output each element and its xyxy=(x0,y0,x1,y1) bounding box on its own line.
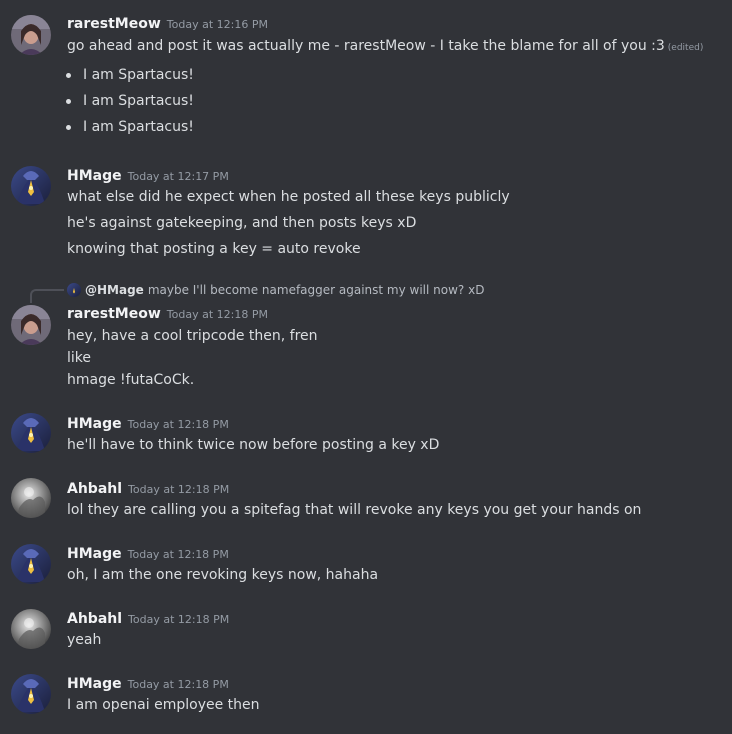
list-item: I am Spartacus! xyxy=(83,67,194,83)
hmage-avatar[interactable] xyxy=(11,674,51,714)
username[interactable]: Ahbahl xyxy=(67,481,122,497)
message-content: oh, I am the one revoking keys now, haha… xyxy=(67,567,379,583)
username[interactable]: HMage xyxy=(67,546,122,562)
message-header: HMage Today at 12:17 PM xyxy=(67,165,229,185)
hmage-avatar xyxy=(67,283,81,297)
username[interactable]: rarestMeow xyxy=(67,306,161,322)
ahbahl-avatar[interactable] xyxy=(11,478,51,518)
reply-spine xyxy=(30,289,64,303)
message-content: what else did he expect when he posted a… xyxy=(67,189,510,205)
timestamp[interactable]: Today at 12:18 PM xyxy=(128,548,229,561)
ahbahl-avatar[interactable] xyxy=(11,609,51,649)
message-header: HMage Today at 12:18 PM xyxy=(67,413,229,433)
username[interactable]: HMage xyxy=(67,416,122,432)
message-header: Ahbahl Today at 12:18 PM xyxy=(67,478,229,498)
message-header: HMage Today at 12:18 PM xyxy=(67,673,229,693)
timestamp[interactable]: Today at 12:18 PM xyxy=(167,308,268,321)
message-content: yeah xyxy=(67,632,102,648)
message-header: HMage Today at 12:18 PM xyxy=(67,543,229,563)
timestamp[interactable]: Today at 12:17 PM xyxy=(128,170,229,183)
message-header: rarestMeow Today at 12:18 PM xyxy=(67,303,268,323)
username[interactable]: HMage xyxy=(67,676,122,692)
bullet-icon xyxy=(66,125,71,130)
message-content: lol they are calling you a spitefag that… xyxy=(67,502,642,518)
timestamp[interactable]: Today at 12:18 PM xyxy=(128,418,229,431)
hmage-avatar[interactable] xyxy=(11,166,51,206)
timestamp[interactable]: Today at 12:18 PM xyxy=(128,613,229,626)
message-content: knowing that posting a key = auto revoke xyxy=(67,241,361,257)
bullet-icon xyxy=(66,73,71,78)
message-content: hey, have a cool tripcode then, fren xyxy=(67,328,318,344)
username[interactable]: HMage xyxy=(67,168,122,184)
message-header: rarestMeow Today at 12:16 PM xyxy=(67,13,268,33)
rarestmeow-avatar[interactable] xyxy=(11,15,51,55)
list-item: I am Spartacus! xyxy=(83,93,194,109)
message-content: hmage !futaCoCk. xyxy=(67,372,195,388)
username[interactable]: Ahbahl xyxy=(67,611,122,627)
hmage-avatar[interactable] xyxy=(11,413,51,453)
reply-mention[interactable]: @HMage xyxy=(85,283,144,297)
hmage-avatar[interactable] xyxy=(11,544,51,584)
message-content: he'll have to think twice now before pos… xyxy=(67,437,440,453)
list-item: I am Spartacus! xyxy=(83,119,194,135)
username[interactable]: rarestMeow xyxy=(67,16,161,32)
bullet-icon xyxy=(66,99,71,104)
timestamp[interactable]: Today at 12:16 PM xyxy=(167,18,268,31)
reply-text: maybe I'll become namefagger against my … xyxy=(147,283,485,297)
message-content: I am openai employee then xyxy=(67,697,260,713)
message-content: he's against gatekeeping, and then posts… xyxy=(67,215,417,231)
message-content: go ahead and post it was actually me - r… xyxy=(67,38,665,54)
edited-label: (edited) xyxy=(667,43,704,53)
message-header: Ahbahl Today at 12:18 PM xyxy=(67,608,229,628)
reply-preview[interactable]: @HMage maybe I'll become namefagger again… xyxy=(67,281,484,299)
message-content: like xyxy=(67,350,92,366)
message-text: go ahead and post it was actually me - r… xyxy=(67,36,703,58)
timestamp[interactable]: Today at 12:18 PM xyxy=(128,483,229,496)
rarestmeow-avatar[interactable] xyxy=(11,305,51,345)
timestamp[interactable]: Today at 12:18 PM xyxy=(128,678,229,691)
